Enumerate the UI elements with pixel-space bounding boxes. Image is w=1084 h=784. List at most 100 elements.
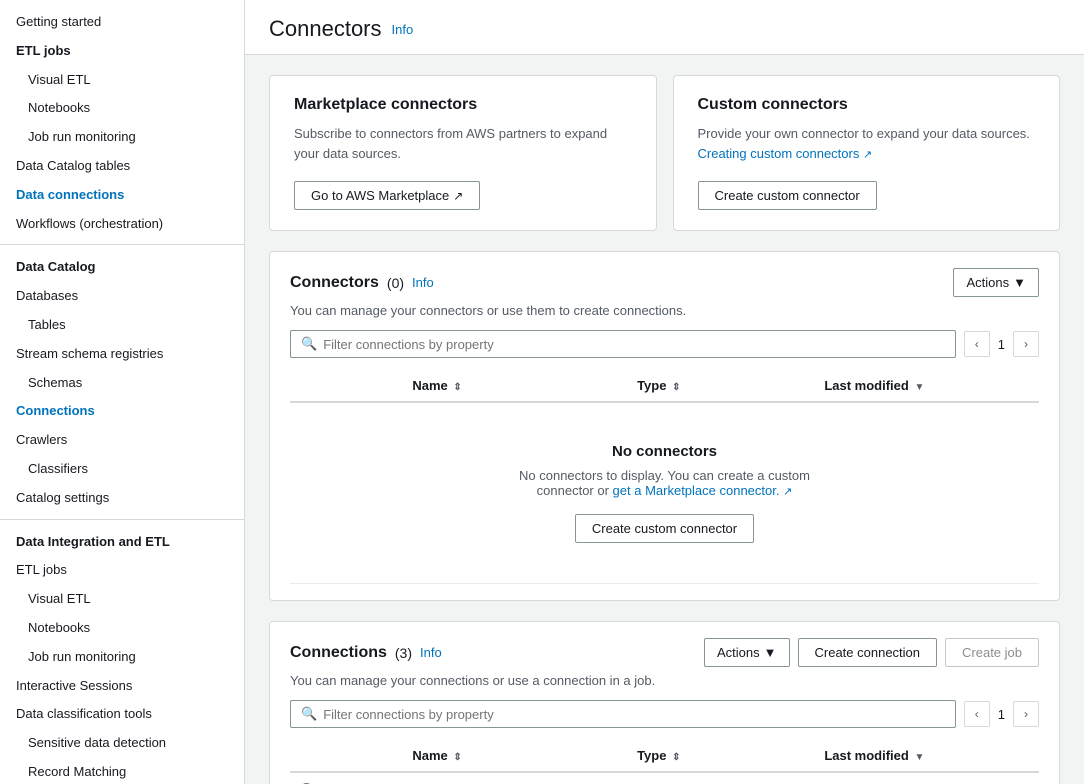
go-to-marketplace-button[interactable]: Go to AWS Marketplace ↗ [294, 181, 480, 210]
connectors-count: (0) [387, 275, 404, 291]
connections-search-icon: 🔍 [301, 706, 317, 722]
sidebar-item-stream-schema[interactable]: Stream schema registries [0, 340, 244, 369]
connectors-actions-button[interactable]: Actions ▼ [953, 268, 1039, 297]
connections-table-header-row: Name ⇕ Type ⇕ Last modified ▼ [290, 740, 1039, 772]
connectors-col-modified[interactable]: Last modified ▼ [814, 370, 1039, 402]
sidebar-item-connections-nav[interactable]: Connections [0, 397, 244, 426]
connectors-col-type[interactable]: Type ⇕ [627, 370, 814, 402]
connections-panel-actions: Actions ▼ Create connection Create job [704, 638, 1039, 667]
create-custom-connector-empty-button[interactable]: Create custom connector [575, 514, 754, 543]
connections-page-number: 1 [994, 707, 1009, 722]
page-info-link[interactable]: Info [392, 22, 414, 37]
connections-table-body: Snowflake Jdbc connectionJDBCMar 12, 202… [290, 772, 1039, 784]
sidebar-item-interactive-sessions[interactable]: Interactive Sessions [0, 672, 244, 701]
create-connection-button[interactable]: Create connection [798, 638, 938, 667]
sidebar-item-notebooks[interactable]: Notebooks [0, 94, 244, 123]
connections-next-page-button[interactable]: › [1013, 701, 1039, 727]
connections-title-row: Connections (3) Info [290, 644, 442, 662]
connectors-panel: Connectors (0) Info Actions ▼ You can ma… [269, 251, 1060, 601]
connections-col-modified[interactable]: Last modified ▼ [814, 740, 1039, 772]
connections-pagination: ‹ 1 › [964, 701, 1039, 727]
connections-panel-header: Connections (3) Info Actions ▼ Create co… [290, 638, 1039, 667]
connectors-table: Name ⇕ Type ⇕ Last modified ▼ [290, 370, 1039, 584]
connectors-panel-title: Connectors [290, 274, 379, 292]
content-area: Marketplace connectors Subscribe to conn… [245, 55, 1084, 784]
name-sort-icon: ⇕ [453, 382, 461, 393]
create-job-button[interactable]: Create job [945, 638, 1039, 667]
page-title: Connectors [269, 16, 382, 42]
sidebar-item-sensitive-data[interactable]: Sensitive data detection [0, 729, 244, 758]
connections-panel-title: Connections [290, 644, 387, 662]
sidebar-item-crawlers[interactable]: Crawlers [0, 426, 244, 455]
no-connectors-title: No connectors [320, 443, 1009, 460]
connectors-panel-desc: You can manage your connectors or use th… [290, 303, 1039, 318]
connections-filter-input[interactable] [323, 707, 945, 722]
sidebar-item-data-integration-hdr: Data Integration and ETL [0, 528, 244, 557]
sidebar-item-visual-etl2[interactable]: Visual ETL [0, 585, 244, 614]
sidebar-item-workflows[interactable]: Workflows (orchestration) [0, 210, 244, 239]
connectors-filter-row: 🔍 ‹ 1 › [290, 330, 1039, 358]
sidebar-item-notebooks2[interactable]: Notebooks [0, 614, 244, 643]
connectors-col-name[interactable]: Name ⇕ [402, 370, 627, 402]
modified-sort-icon: ▼ [914, 382, 924, 393]
table-row: Snowflake Jdbc connectionJDBCMar 12, 202… [290, 772, 1039, 784]
external-link-icon: ↗ [453, 189, 463, 203]
sidebar-item-getting-started[interactable]: Getting started [0, 8, 244, 37]
connections-filter-row: 🔍 ‹ 1 › [290, 700, 1039, 728]
connections-prev-page-button[interactable]: ‹ [964, 701, 990, 727]
sidebar-item-etl-jobs2[interactable]: ETL jobs [0, 556, 244, 585]
sidebar-item-tables[interactable]: Tables [0, 311, 244, 340]
connections-col-type[interactable]: Type ⇕ [627, 740, 814, 772]
ext-icon-connectors: ↗ [783, 486, 792, 498]
sidebar-item-data-connections[interactable]: Data connections [0, 181, 244, 210]
connectors-next-page-button[interactable]: › [1013, 331, 1039, 357]
connections-actions-button[interactable]: Actions ▼ [704, 638, 790, 667]
sidebar-item-job-run-monitoring2[interactable]: Job run monitoring [0, 643, 244, 672]
sidebar-item-visual-etl[interactable]: Visual ETL [0, 66, 244, 95]
connectors-empty-cell: No connectors No connectors to display. … [290, 402, 1039, 584]
connectors-panel-actions: Actions ▼ [953, 268, 1039, 297]
marketplace-card-desc: Subscribe to connectors from AWS partner… [294, 124, 632, 163]
connectors-empty-state: No connectors No connectors to display. … [300, 413, 1029, 573]
custom-connectors-card: Custom connectors Provide your own conne… [673, 75, 1061, 231]
connectors-filter-input[interactable] [323, 337, 945, 352]
connections-table: Name ⇕ Type ⇕ Last modified ▼ [290, 740, 1039, 784]
connectors-table-header-row: Name ⇕ Type ⇕ Last modified ▼ [290, 370, 1039, 402]
create-custom-connector-card-button[interactable]: Create custom connector [698, 181, 877, 210]
cards-row: Marketplace connectors Subscribe to conn… [269, 75, 1060, 231]
custom-card-desc: Provide your own connector to expand you… [698, 124, 1036, 163]
connections-col-checkbox [290, 740, 402, 772]
marketplace-connector-link[interactable]: get a Marketplace connector. ↗ [613, 483, 793, 498]
connections-actions-chevron-icon: ▼ [764, 645, 777, 660]
marketplace-card: Marketplace connectors Subscribe to conn… [269, 75, 657, 231]
row-name-cell: Snowflake Jdbc connection [402, 772, 627, 784]
sidebar-item-databases[interactable]: Databases [0, 282, 244, 311]
connectors-panel-header: Connectors (0) Info Actions ▼ [290, 268, 1039, 297]
connectors-filter-input-wrap[interactable]: 🔍 [290, 330, 956, 358]
connections-panel-desc: You can manage your connections or use a… [290, 673, 1039, 688]
sidebar-item-data-catalog-hdr: Data Catalog [0, 253, 244, 282]
sidebar-item-etl-jobs[interactable]: ETL jobs [0, 37, 244, 66]
connections-info-link[interactable]: Info [420, 645, 442, 660]
connections-filter-input-wrap[interactable]: 🔍 [290, 700, 956, 728]
sidebar-item-data-classification[interactable]: Data classification tools [0, 700, 244, 729]
row-type-cell: JDBC [627, 772, 814, 784]
connectors-page-number: 1 [994, 337, 1009, 352]
connectors-info-link[interactable]: Info [412, 275, 434, 290]
sidebar-item-catalog-settings[interactable]: Catalog settings [0, 484, 244, 513]
sidebar: Getting startedETL jobsVisual ETLNoteboo… [0, 0, 245, 784]
sidebar-item-record-matching[interactable]: Record Matching [0, 758, 244, 784]
connectors-prev-page-button[interactable]: ‹ [964, 331, 990, 357]
no-connectors-desc: No connectors to display. You can create… [320, 468, 1009, 498]
creating-custom-connectors-link[interactable]: Creating custom connectors ↗ [698, 146, 873, 161]
sidebar-item-classifiers[interactable]: Classifiers [0, 455, 244, 484]
sidebar-item-schemas[interactable]: Schemas [0, 369, 244, 398]
connections-col-name[interactable]: Name ⇕ [402, 740, 627, 772]
marketplace-card-title: Marketplace connectors [294, 96, 632, 114]
custom-card-title: Custom connectors [698, 96, 1036, 114]
main-content: Connectors Info Marketplace connectors S… [245, 0, 1084, 784]
sidebar-item-job-run-monitoring[interactable]: Job run monitoring [0, 123, 244, 152]
conn-modified-sort-icon: ▼ [914, 752, 924, 763]
type-sort-icon: ⇕ [672, 382, 680, 393]
sidebar-item-data-catalog-tables[interactable]: Data Catalog tables [0, 152, 244, 181]
